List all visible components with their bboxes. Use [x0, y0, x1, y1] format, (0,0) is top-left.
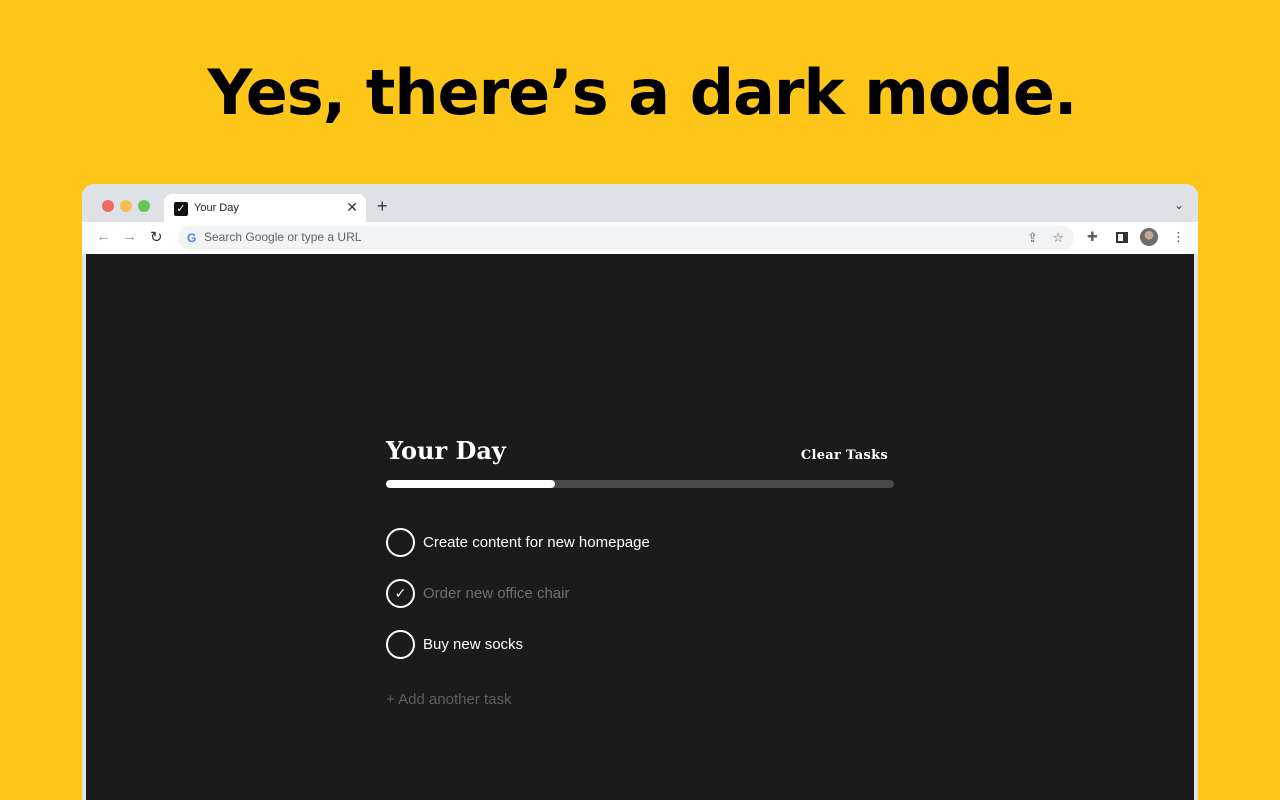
tab-strip: ✓ Your Day ✕ + ⌄	[82, 184, 1198, 222]
new-tab-button[interactable]: +	[377, 196, 388, 217]
progress-bar	[386, 480, 894, 488]
extensions-puzzle-icon[interactable]: ✚	[1087, 229, 1098, 245]
task-item: Buy new socks	[386, 630, 894, 660]
share-icon[interactable]: ⇪	[1027, 230, 1038, 246]
side-panel-icon[interactable]	[1116, 232, 1128, 243]
forward-arrow-icon[interactable]: →	[122, 228, 137, 245]
omnibox[interactable]: G ⇪ ☆	[178, 226, 1074, 250]
task-text: Buy new socks	[423, 636, 524, 653]
tab-title: Your Day	[194, 202, 239, 214]
task-checkbox[interactable]	[386, 630, 415, 659]
tab-your-day[interactable]: ✓ Your Day ✕	[164, 194, 366, 222]
minimize-window-button[interactable]	[120, 200, 132, 212]
page-title: Your Day	[386, 436, 506, 465]
add-task-button[interactable]: + Add another task	[386, 691, 512, 708]
headline: Yes, there’s a dark mode.	[207, 56, 1077, 129]
google-g-icon: G	[187, 231, 197, 245]
more-menu-icon[interactable]: ⋮	[1172, 229, 1185, 245]
browser-window: ✓ Your Day ✕ + ⌄ ← → ↻ G ⇪ ☆ ✚ ⋮ Your Da…	[82, 184, 1198, 800]
browser-toolbar: ← → ↻ G ⇪ ☆ ✚ ⋮	[82, 222, 1198, 254]
bookmark-star-icon[interactable]: ☆	[1052, 230, 1064, 246]
task-item: Create content for new homepage	[386, 528, 894, 558]
close-window-button[interactable]	[102, 200, 114, 212]
address-bar-input[interactable]	[204, 230, 984, 244]
profile-avatar[interactable]	[1140, 228, 1158, 246]
checkbox-favicon-icon: ✓	[174, 202, 188, 216]
back-arrow-icon[interactable]: ←	[96, 228, 111, 245]
task-checkbox-checked[interactable]: ✓	[386, 579, 415, 608]
task-text: Order new office chair	[423, 585, 570, 602]
task-checkbox[interactable]	[386, 528, 415, 557]
tab-search-chevron-icon[interactable]: ⌄	[1174, 198, 1184, 212]
maximize-window-button[interactable]	[138, 200, 150, 212]
task-item: ✓ Order new office chair	[386, 579, 894, 609]
tab-close-icon[interactable]: ✕	[346, 199, 358, 216]
clear-tasks-button[interactable]: Clear Tasks	[801, 448, 888, 463]
progress-fill	[386, 480, 556, 488]
reload-icon[interactable]: ↻	[150, 228, 163, 246]
page-content: Your Day Clear Tasks Create content for …	[86, 254, 1194, 800]
task-text: Create content for new homepage	[423, 534, 650, 551]
